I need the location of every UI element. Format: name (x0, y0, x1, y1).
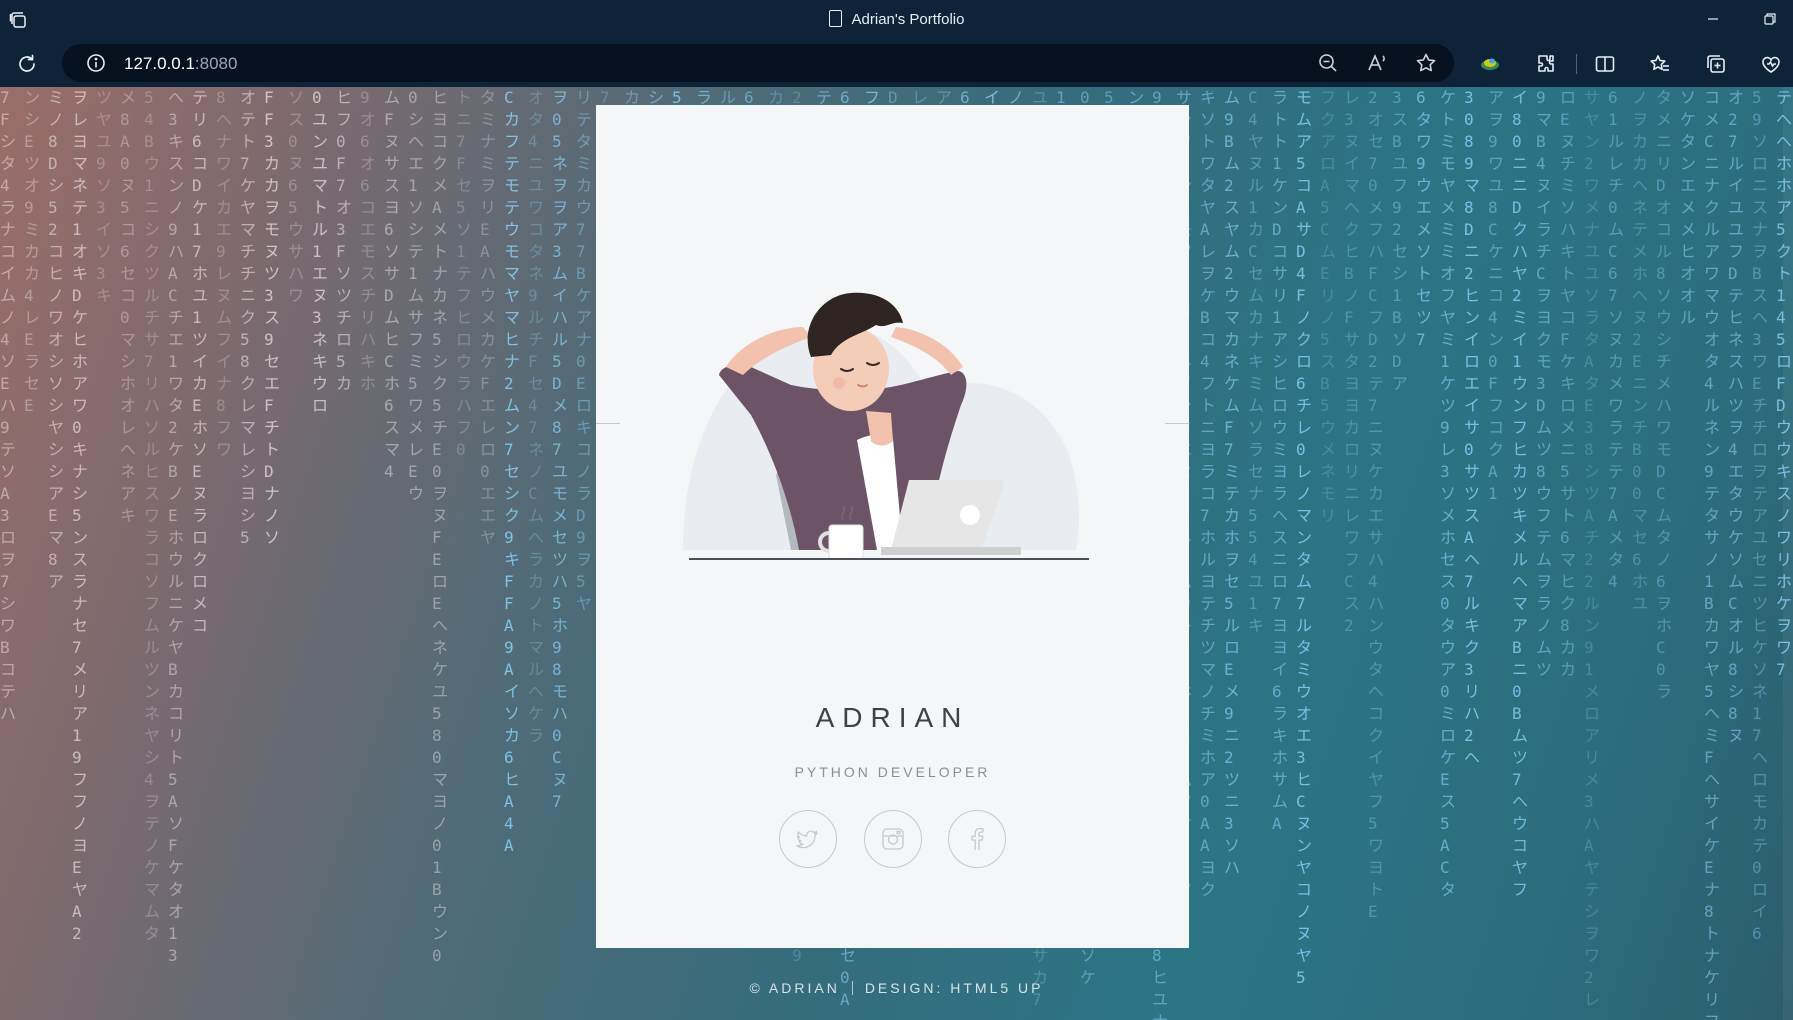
minimize-icon[interactable] (1702, 8, 1724, 30)
collections-icon[interactable] (1704, 52, 1728, 76)
refresh-icon[interactable] (15, 52, 39, 76)
card-divider-right (1165, 423, 1189, 424)
split-screen-icon[interactable] (1593, 52, 1617, 76)
window-title-bar: Adrian's Portfolio (0, 0, 1793, 40)
url-port: :8080 (194, 54, 238, 73)
zoom-out-icon[interactable] (1316, 51, 1340, 75)
url-text[interactable]: 127.0.0.1:8080 (124, 54, 237, 74)
url-host: 127.0.0.1 (124, 54, 195, 73)
address-bar[interactable]: 127.0.0.1:8080 (62, 44, 1454, 82)
browser-essentials-icon[interactable] (1759, 52, 1783, 76)
footer-copyright: © ADRIAN (749, 980, 840, 996)
profile-role: PYTHON DEVELOPER (794, 764, 991, 780)
profile-card: ADRIAN PYTHON DEVELOPER (596, 105, 1189, 948)
facebook-link[interactable] (947, 810, 1006, 868)
profile-name: ADRIAN (815, 702, 970, 733)
browser-toolbar: 127.0.0.1:8080 (0, 40, 1793, 87)
twitter-icon (796, 830, 818, 849)
facebook-icon (971, 827, 984, 850)
site-info-icon[interactable] (84, 51, 108, 75)
footer-design-credit[interactable]: DESIGN: HTML5 UP (865, 980, 1044, 996)
extensions-icon[interactable] (1534, 52, 1558, 76)
page-scrollbar[interactable] (1783, 87, 1793, 1020)
toolbar-separator (1576, 54, 1577, 74)
favorites-icon[interactable] (1648, 52, 1672, 76)
relaxing-developer-illustration (683, 292, 1089, 560)
page-footer: © ADRIAN DESIGN: HTML5 UP (0, 980, 1793, 996)
twitter-link[interactable] (779, 810, 838, 868)
profile-icon[interactable] (1478, 52, 1502, 76)
page-viewport: 7 F シ タ 4 ラ ナ コ イ ム ノ 4 ソ E ハ 9 テ ソ A 3 … (0, 87, 1793, 1020)
read-aloud-icon[interactable] (1365, 51, 1389, 75)
document-icon (828, 10, 842, 27)
window-title: Adrian's Portfolio (0, 10, 1793, 28)
social-links (596, 810, 1189, 873)
restore-icon[interactable] (1759, 8, 1781, 30)
footer-divider (851, 981, 853, 995)
instagram-link[interactable] (863, 810, 922, 868)
instagram-icon (881, 828, 904, 850)
favorite-star-icon[interactable] (1414, 51, 1438, 75)
card-divider-left (596, 423, 620, 424)
window-title-text: Adrian's Portfolio (851, 11, 965, 28)
